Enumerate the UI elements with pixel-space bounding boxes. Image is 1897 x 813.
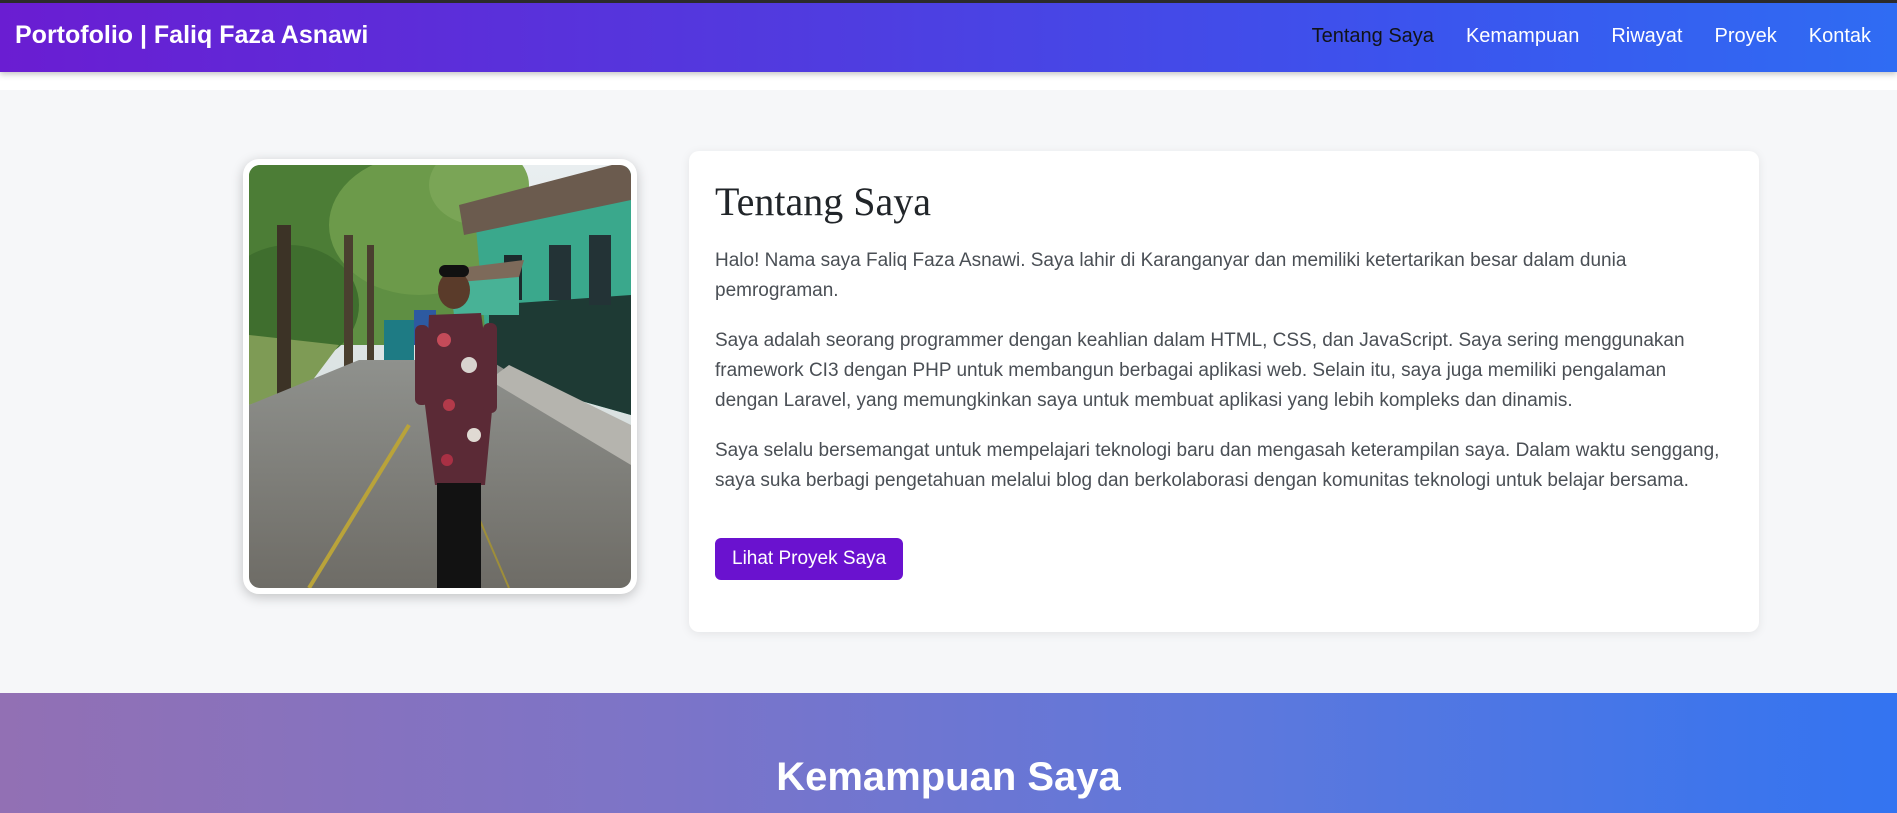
about-section: Tentang Saya Halo! Nama saya Faliq Faza … — [0, 90, 1897, 693]
nav-links: Tentang Saya Kemampuan Riwayat Proyek Ko… — [1296, 25, 1887, 48]
about-title: Tentang Saya — [715, 179, 932, 224]
about-card: Tentang Saya Halo! Nama saya Faliq Faza … — [689, 151, 1759, 632]
navbar-shadow-strip — [0, 72, 1897, 90]
skills-section: Kemampuan Saya — [0, 693, 1897, 813]
profile-photo-illustration — [249, 165, 631, 588]
about-paragraph-1: Halo! Nama saya Faliq Faza Asnawi. Saya … — [715, 250, 1627, 301]
nav-link-kontak[interactable]: Kontak — [1793, 25, 1887, 48]
skills-title: Kemampuan Saya — [776, 755, 1121, 799]
profile-photo — [249, 165, 631, 588]
navbar: Portofolio | Faliq Faza Asnawi Tentang S… — [0, 0, 1897, 72]
brand-link[interactable]: Portofolio | Faliq Faza Asnawi — [15, 21, 368, 50]
profile-photo-frame — [243, 159, 637, 594]
about-paragraph-2: Saya adalah seorang programmer dengan ke… — [715, 330, 1685, 411]
nav-link-riwayat[interactable]: Riwayat — [1595, 25, 1698, 48]
nav-link-kemampuan[interactable]: Kemampuan — [1450, 25, 1595, 48]
nav-link-proyek[interactable]: Proyek — [1698, 25, 1792, 48]
nav-link-tentang-saya[interactable]: Tentang Saya — [1296, 25, 1450, 48]
view-projects-button[interactable]: Lihat Proyek Saya — [715, 538, 904, 580]
about-paragraph-3: Saya selalu bersemangat untuk mempelajar… — [715, 440, 1720, 491]
